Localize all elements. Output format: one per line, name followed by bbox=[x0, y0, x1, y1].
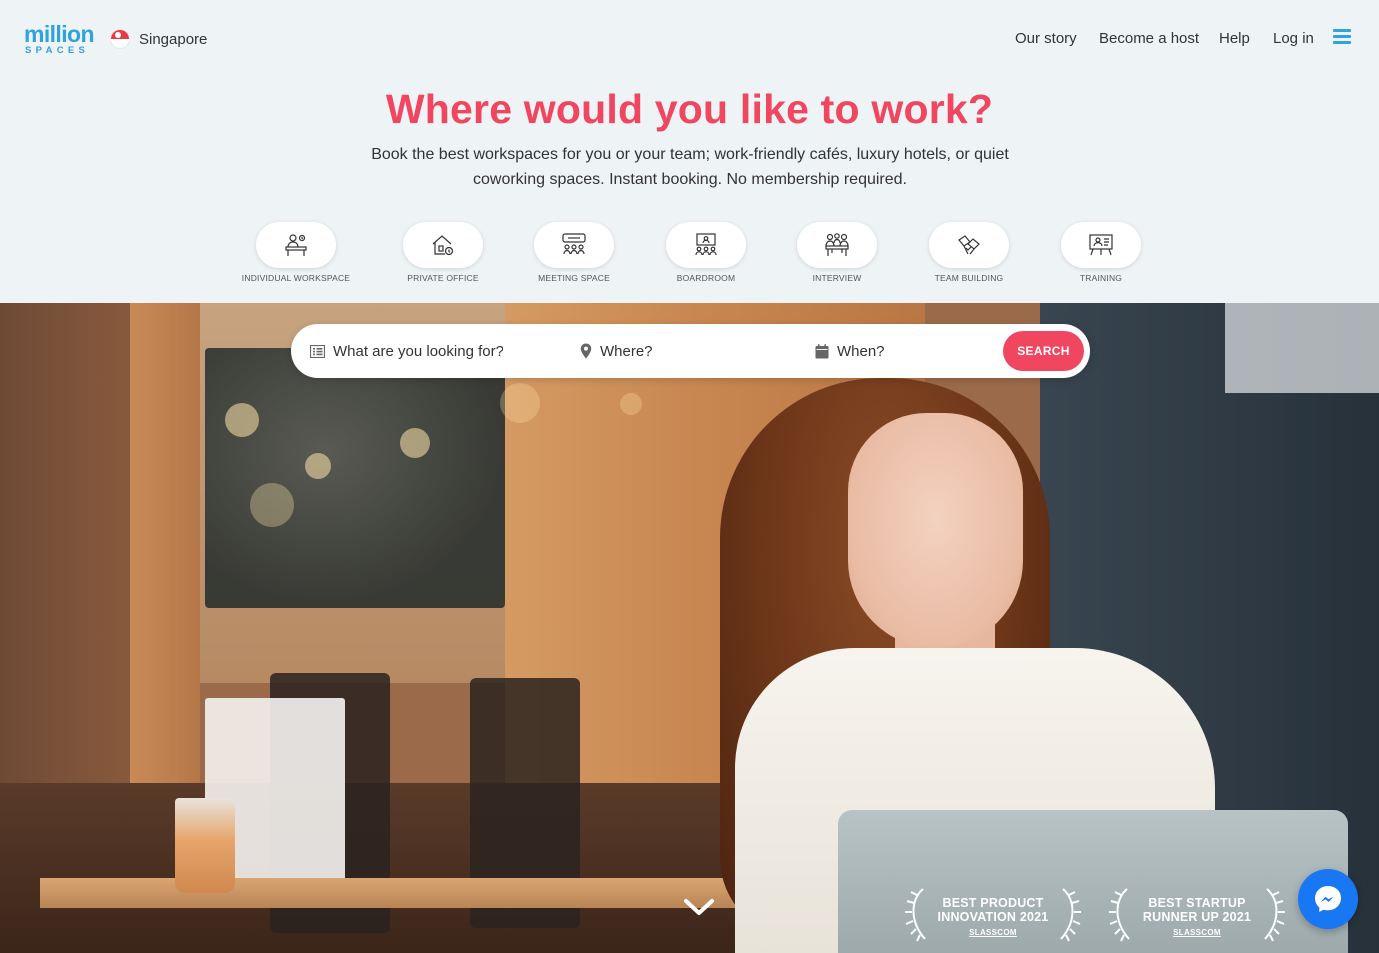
nav-become-a-host[interactable]: Become a host bbox=[1099, 28, 1199, 50]
category-team-building[interactable]: TEAM BUILDING bbox=[904, 222, 1034, 286]
private-office-icon bbox=[432, 235, 454, 256]
category-meeting-space[interactable]: MEETING SPACE bbox=[509, 222, 639, 286]
hero-subtitle: Book the best workspaces for you or your… bbox=[371, 146, 1009, 188]
category-private-office[interactable]: PRIVATE OFFICE bbox=[378, 222, 508, 286]
logo-spaces-text: SPACES bbox=[25, 45, 90, 56]
category-label: TEAM BUILDING bbox=[934, 273, 1004, 283]
category-individual-workspace[interactable]: INDIVIDUAL WORKSPACE bbox=[231, 222, 361, 286]
scroll-down-chevron-icon[interactable] bbox=[683, 895, 715, 919]
header: million SPACES Singapore Our story Becom… bbox=[0, 0, 1379, 303]
award-line1: BEST STARTUP bbox=[1148, 896, 1246, 910]
location-pin-icon bbox=[580, 343, 592, 359]
category-label: TRAINING bbox=[1079, 273, 1123, 283]
award-line1: BEST PRODUCT bbox=[942, 896, 1044, 910]
laurel-right-icon bbox=[1264, 888, 1285, 942]
meeting-space-icon bbox=[562, 233, 586, 255]
country-name: Singapore bbox=[139, 30, 208, 48]
category-label: MEETING SPACE bbox=[538, 273, 610, 283]
training-icon bbox=[1089, 234, 1113, 256]
singapore-flag-icon bbox=[110, 29, 130, 49]
individual-workspace-icon bbox=[285, 234, 307, 256]
messenger-chat-button[interactable] bbox=[1298, 869, 1358, 929]
award-line2: RUNNER UP 2021 bbox=[1142, 910, 1252, 924]
award-badge-product-innovation: BEST PRODUCT INNOVATION 2021 SLASSCOM bbox=[903, 885, 1083, 947]
category-label: PRIVATE OFFICE bbox=[407, 273, 479, 283]
team-building-icon bbox=[958, 235, 980, 255]
award-badge-startup-runner-up: BEST STARTUP RUNNER UP 2021 SLASSCOM bbox=[1107, 885, 1287, 947]
nav-our-story[interactable]: Our story bbox=[1015, 28, 1077, 50]
search-what-input[interactable] bbox=[333, 342, 503, 360]
messenger-icon bbox=[1315, 886, 1341, 912]
boardroom-icon bbox=[695, 233, 717, 256]
nav-help[interactable]: Help bbox=[1219, 28, 1250, 50]
hero-photo bbox=[0, 303, 1379, 953]
calendar-icon bbox=[815, 343, 829, 358]
million-spaces-logo[interactable]: million SPACES bbox=[24, 22, 96, 56]
award-brand: SLASSCOM bbox=[1173, 928, 1221, 937]
search-what-field[interactable] bbox=[310, 324, 503, 378]
category-label: BOARDROOM bbox=[676, 273, 736, 283]
country-selector[interactable]: Singapore bbox=[110, 28, 207, 50]
category-boardroom[interactable]: BOARDROOM bbox=[641, 222, 771, 286]
search-where-input[interactable] bbox=[600, 342, 770, 360]
category-interview[interactable]: INTERVIEW bbox=[772, 222, 902, 286]
search-bar: SEARCH bbox=[291, 324, 1090, 378]
logo-million-text: million bbox=[24, 21, 95, 47]
hero-title: Where would you like to work? bbox=[385, 86, 994, 132]
award-line2: INNOVATION 2021 bbox=[937, 910, 1049, 924]
interview-icon bbox=[825, 233, 849, 256]
award-brand: SLASSCOM bbox=[969, 928, 1017, 937]
list-icon bbox=[310, 344, 325, 358]
search-when-field[interactable] bbox=[815, 324, 1007, 378]
laurel-right-icon bbox=[1060, 888, 1081, 942]
search-button[interactable]: SEARCH bbox=[1003, 331, 1084, 371]
hamburger-menu-icon[interactable] bbox=[1333, 28, 1351, 44]
category-training[interactable]: TRAINING bbox=[1036, 222, 1166, 286]
search-when-input[interactable] bbox=[837, 342, 1007, 360]
nav-log-in[interactable]: Log in bbox=[1273, 28, 1314, 50]
category-label: INDIVIDUAL WORKSPACE bbox=[241, 273, 351, 283]
category-label: INTERVIEW bbox=[812, 273, 862, 283]
search-where-field[interactable] bbox=[580, 324, 770, 378]
